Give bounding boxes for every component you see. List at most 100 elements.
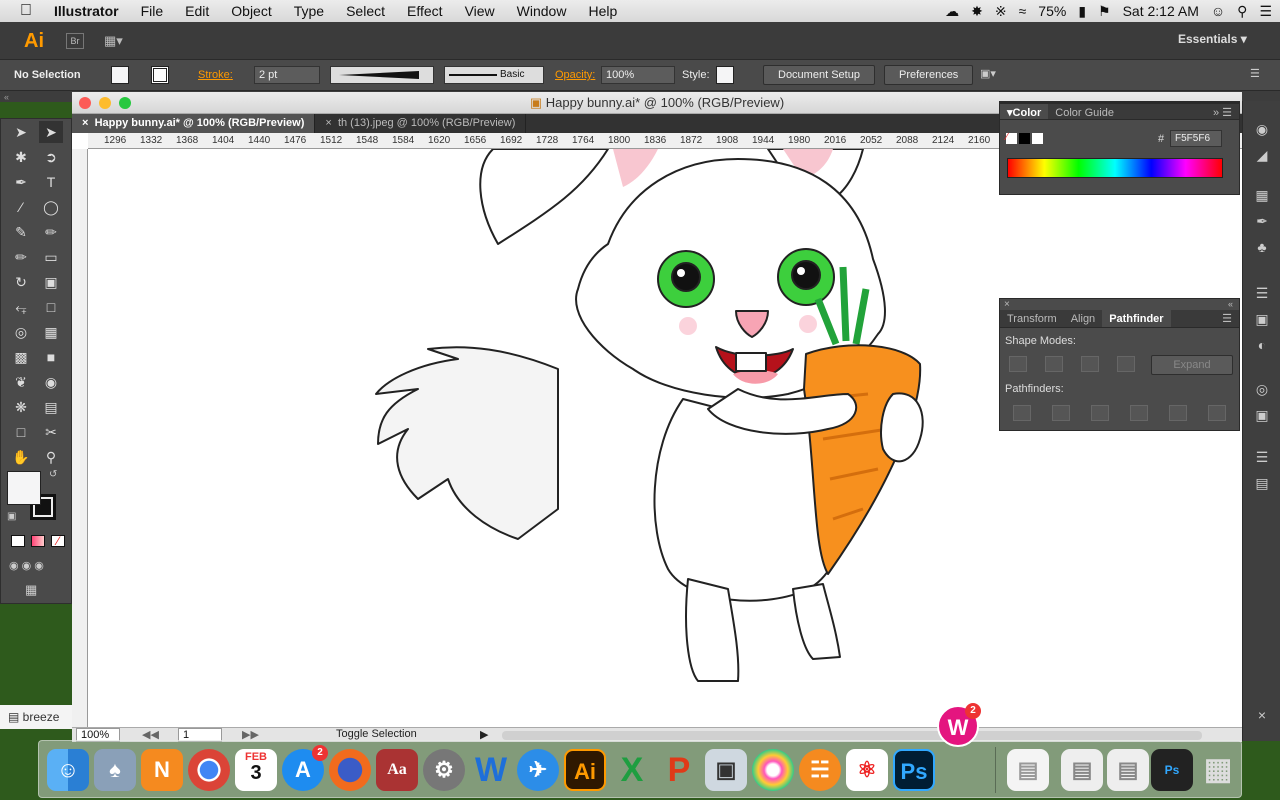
minus-back-button[interactable]	[1208, 405, 1226, 421]
workspace-switcher[interactable]: Essentials ▾	[1178, 32, 1247, 46]
gradient-tool[interactable]: ■	[39, 346, 63, 368]
gradient-mode-icon[interactable]	[31, 535, 45, 547]
dock-illustrator[interactable]: Ai	[564, 749, 606, 791]
graphic-style-swatch[interactable]	[716, 66, 734, 84]
dock-w-app[interactable]: W2	[937, 703, 981, 747]
direct-selection-tool[interactable]: ➤	[39, 121, 63, 143]
dock-file-1[interactable]: ▤	[1061, 749, 1103, 791]
battery-percent[interactable]: 75%	[1038, 3, 1066, 19]
divide-button[interactable]	[1013, 405, 1031, 421]
dock-app-store[interactable]: A2	[282, 745, 328, 791]
dock-acrobat[interactable]: ⚛	[846, 749, 888, 791]
dock-excel[interactable]: X	[611, 749, 653, 791]
menu-edit[interactable]: Edit	[174, 3, 220, 19]
hand-tool[interactable]: ✋	[9, 446, 33, 468]
clock[interactable]: Sat 2:12 AM	[1123, 3, 1199, 19]
hex-field[interactable]: F5F5F6	[1170, 130, 1222, 147]
paw-icon[interactable]: ✸	[971, 3, 983, 20]
crop-button[interactable]	[1130, 405, 1148, 421]
document-setup-button[interactable]: Document Setup	[763, 65, 875, 85]
pen-tool[interactable]: ✒	[9, 171, 33, 193]
dock-chrome[interactable]	[188, 749, 230, 791]
user-icon[interactable]: ☺	[1211, 3, 1225, 19]
notification-icon[interactable]: ☰	[1259, 3, 1272, 20]
mesh-tool[interactable]: ▩	[9, 346, 33, 368]
dock-trash[interactable]: ▦	[1197, 749, 1239, 791]
magic-wand-tool[interactable]: ✱	[9, 146, 33, 168]
dock-document[interactable]: ▤	[1007, 749, 1049, 791]
fill-swatch[interactable]	[111, 66, 129, 84]
white-swatch[interactable]	[1032, 133, 1043, 144]
dock-mail[interactable]: ✈	[517, 749, 559, 791]
exclude-button[interactable]	[1117, 356, 1135, 372]
toggle-selection-label[interactable]: Toggle Selection	[336, 728, 417, 740]
arrange-icon[interactable]: ▣▾	[980, 67, 996, 80]
merge-button[interactable]	[1091, 405, 1109, 421]
swap-colors-icon[interactable]: ↺	[49, 469, 57, 480]
eraser-tool[interactable]: ▭	[39, 246, 63, 268]
flag-icon[interactable]: ⚑	[1098, 3, 1111, 20]
tab-align[interactable]: Align	[1064, 310, 1102, 327]
gradient-icon[interactable]: ▣	[1252, 311, 1272, 329]
dock-file-2[interactable]: ▤	[1107, 749, 1149, 791]
zoom-tool[interactable]: ⚲	[39, 446, 63, 468]
menu-window[interactable]: Window	[506, 3, 578, 19]
expand-button[interactable]: Expand	[1151, 355, 1233, 375]
column-graph-tool[interactable]: ▤	[39, 396, 63, 418]
slice-tool[interactable]: ✂	[39, 421, 63, 443]
dock-finder[interactable]: ☺	[47, 749, 89, 791]
artboard-tool[interactable]: □	[9, 421, 33, 443]
panel-menu-icon[interactable]: ☰	[1215, 310, 1239, 327]
bluetooth-icon[interactable]: ※	[995, 3, 1007, 20]
color-spectrum[interactable]	[1007, 158, 1223, 178]
stroke-swatch[interactable]	[151, 66, 169, 84]
ellipse-tool[interactable]: ◯	[39, 196, 63, 218]
opacity-label[interactable]: Opacity:	[555, 69, 595, 81]
dock-notability[interactable]: N	[141, 749, 183, 791]
dock-preview[interactable]: ♠	[94, 749, 136, 791]
dock-photoshop[interactable]: Ps	[893, 749, 935, 791]
panel-menu-icon[interactable]: ☰	[1250, 67, 1260, 80]
menu-effect[interactable]: Effect	[396, 3, 454, 19]
bunny-artwork[interactable]	[88, 149, 1226, 727]
rotate-tool[interactable]: ↻	[9, 271, 33, 293]
default-colors-icon[interactable]: ▣	[7, 511, 16, 522]
close-window-button[interactable]	[79, 97, 91, 109]
dock-firefox[interactable]	[329, 749, 371, 791]
appearance-icon[interactable]: ◎	[1252, 381, 1272, 399]
type-tool[interactable]: T	[39, 171, 63, 193]
dock-powerpoint[interactable]: P	[658, 749, 700, 791]
none-swatch[interactable]: ⁄	[1006, 133, 1017, 144]
menu-select[interactable]: Select	[335, 3, 396, 19]
graphic-styles-icon[interactable]: ▣	[1252, 407, 1272, 425]
menu-app-name[interactable]: Illustrator	[43, 3, 130, 19]
stroke-weight-field[interactable]: 2 pt	[254, 66, 320, 84]
swatches-icon[interactable]: ▦	[1252, 187, 1272, 205]
wifi-icon[interactable]: ≈	[1019, 3, 1027, 19]
blob-brush-tool[interactable]: ✏	[9, 246, 33, 268]
tab-color-guide[interactable]: Color Guide	[1048, 104, 1121, 119]
trim-button[interactable]	[1052, 405, 1070, 421]
battery-icon[interactable]: ▮	[1078, 3, 1086, 20]
artboards-icon[interactable]: ▤	[1252, 475, 1272, 493]
tab-color[interactable]: ▾Color	[1000, 104, 1049, 119]
none-mode-icon[interactable]: ⁄	[51, 535, 65, 547]
dock-image-capture[interactable]: ▣	[705, 749, 747, 791]
close-icon[interactable]: ×	[1252, 707, 1272, 725]
pencil-tool[interactable]: ✏	[39, 221, 63, 243]
line-tool[interactable]: ⁄	[9, 196, 33, 218]
minus-front-button[interactable]	[1045, 356, 1063, 372]
panel-menu-icon[interactable]: » ☰	[1206, 104, 1239, 119]
menu-view[interactable]: View	[454, 3, 506, 19]
dock-file-3[interactable]: Ps	[1151, 749, 1193, 791]
stroke-icon[interactable]: ☰	[1252, 285, 1272, 303]
dock-calendar[interactable]: FEB 3	[235, 749, 277, 791]
fill-color-box[interactable]	[7, 471, 41, 505]
scale-tool[interactable]: ▣	[39, 271, 63, 293]
symbols-icon[interactable]: ♣	[1252, 239, 1272, 257]
tab-transform[interactable]: Transform	[1000, 310, 1064, 327]
variable-width-profile[interactable]	[330, 66, 434, 84]
dock-photos[interactable]	[752, 749, 794, 791]
stroke-label[interactable]: Stroke:	[198, 69, 233, 81]
dock-system-preferences[interactable]: ⚙	[423, 749, 465, 791]
